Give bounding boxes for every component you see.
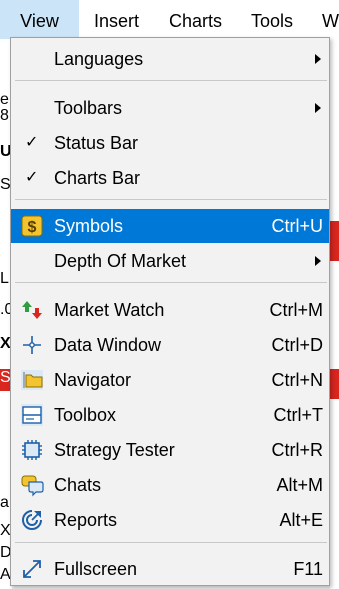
menu-item-label: Toolbox bbox=[54, 405, 117, 425]
reports-chart-icon bbox=[20, 508, 44, 532]
checkmark-icon: ✓ bbox=[25, 169, 39, 186]
menu-item-shortcut: Ctrl+D bbox=[271, 335, 323, 355]
menu-item-shortcut: Ctrl+T bbox=[273, 405, 324, 425]
menu-item-label: Languages bbox=[54, 49, 144, 69]
menu-item-label: Fullscreen bbox=[54, 559, 138, 579]
menu-item-label: Symbols bbox=[54, 216, 124, 236]
menu-item-label: Depth Of Market bbox=[54, 251, 187, 271]
menu-item-languages[interactable]: Languages bbox=[11, 42, 329, 76]
svg-text:$: $ bbox=[28, 219, 37, 236]
menu-separator bbox=[15, 80, 327, 81]
menu-item-label: Chats bbox=[54, 475, 102, 495]
menu-item-toolbars[interactable]: Toolbars bbox=[11, 91, 329, 125]
data-window-crosshair-icon bbox=[20, 333, 44, 357]
fullscreen-expand-icon bbox=[20, 557, 44, 581]
menu-item-label: Toolbars bbox=[54, 98, 123, 118]
menu-insert[interactable]: Insert bbox=[94, 0, 139, 39]
menu-item-label: Data Window bbox=[54, 335, 162, 355]
menu-item-shortcut: F11 bbox=[293, 559, 323, 579]
menu-item-navigator[interactable]: Navigator Ctrl+N bbox=[11, 363, 329, 397]
menu-window[interactable]: W bbox=[322, 0, 339, 39]
checkmark-icon: ✓ bbox=[25, 134, 39, 151]
menu-item-symbols[interactable]: $ Symbols Ctrl+U bbox=[11, 209, 329, 243]
menu-item-market-watch[interactable]: Market Watch Ctrl+M bbox=[11, 293, 329, 327]
menu-item-label: Strategy Tester bbox=[54, 440, 175, 460]
chats-bubble-icon bbox=[20, 473, 44, 497]
market-watch-icon bbox=[20, 298, 44, 322]
menu-tools[interactable]: Tools bbox=[251, 0, 293, 39]
menu-item-shortcut: Alt+M bbox=[276, 475, 323, 495]
menu-bar: View Insert Charts Tools W bbox=[0, 0, 339, 40]
menu-item-shortcut: Ctrl+M bbox=[269, 300, 324, 320]
strategy-tester-chip-icon bbox=[20, 438, 44, 462]
menu-separator bbox=[15, 282, 327, 283]
menu-item-depth-of-market[interactable]: Depth Of Market bbox=[11, 244, 329, 278]
submenu-arrow-icon bbox=[315, 256, 321, 266]
menu-item-label: Charts Bar bbox=[54, 168, 141, 188]
menu-item-shortcut: Ctrl+R bbox=[271, 440, 323, 460]
background-panel-right bbox=[330, 39, 339, 589]
menu-item-shortcut: Ctrl+U bbox=[271, 216, 323, 236]
menu-item-toolbox[interactable]: Toolbox Ctrl+T bbox=[11, 398, 329, 432]
menu-item-shortcut: Alt+E bbox=[279, 510, 323, 530]
view-menu-dropdown: Languages Toolbars ✓ Status Bar ✓ Charts… bbox=[10, 37, 330, 586]
menu-item-label: Market Watch bbox=[54, 300, 165, 320]
background-red-block bbox=[330, 221, 339, 261]
menu-item-strategy-tester[interactable]: Strategy Tester Ctrl+R bbox=[11, 433, 329, 467]
menu-item-shortcut: Ctrl+N bbox=[271, 370, 323, 390]
menu-item-fullscreen[interactable]: Fullscreen F11 bbox=[11, 552, 329, 586]
symbols-dollar-icon: $ bbox=[20, 214, 44, 238]
menu-separator bbox=[15, 199, 327, 200]
menu-item-label: Status Bar bbox=[54, 133, 139, 153]
menu-item-data-window[interactable]: Data Window Ctrl+D bbox=[11, 328, 329, 362]
menu-item-status-bar[interactable]: ✓ Status Bar bbox=[11, 126, 329, 160]
menu-item-charts-bar[interactable]: ✓ Charts Bar bbox=[11, 161, 329, 195]
navigator-folder-icon bbox=[20, 368, 44, 392]
toolbox-icon bbox=[20, 403, 44, 427]
submenu-arrow-icon bbox=[315, 103, 321, 113]
background-red-block bbox=[330, 369, 339, 399]
menu-separator bbox=[15, 542, 327, 543]
menu-charts[interactable]: Charts bbox=[169, 0, 222, 39]
menu-item-label: Navigator bbox=[54, 370, 132, 390]
menu-item-reports[interactable]: Reports Alt+E bbox=[11, 503, 329, 537]
menu-view[interactable]: View bbox=[0, 0, 79, 39]
submenu-arrow-icon bbox=[315, 54, 321, 64]
menu-item-label: Reports bbox=[54, 510, 118, 530]
menu-item-chats[interactable]: Chats Alt+M bbox=[11, 468, 329, 502]
